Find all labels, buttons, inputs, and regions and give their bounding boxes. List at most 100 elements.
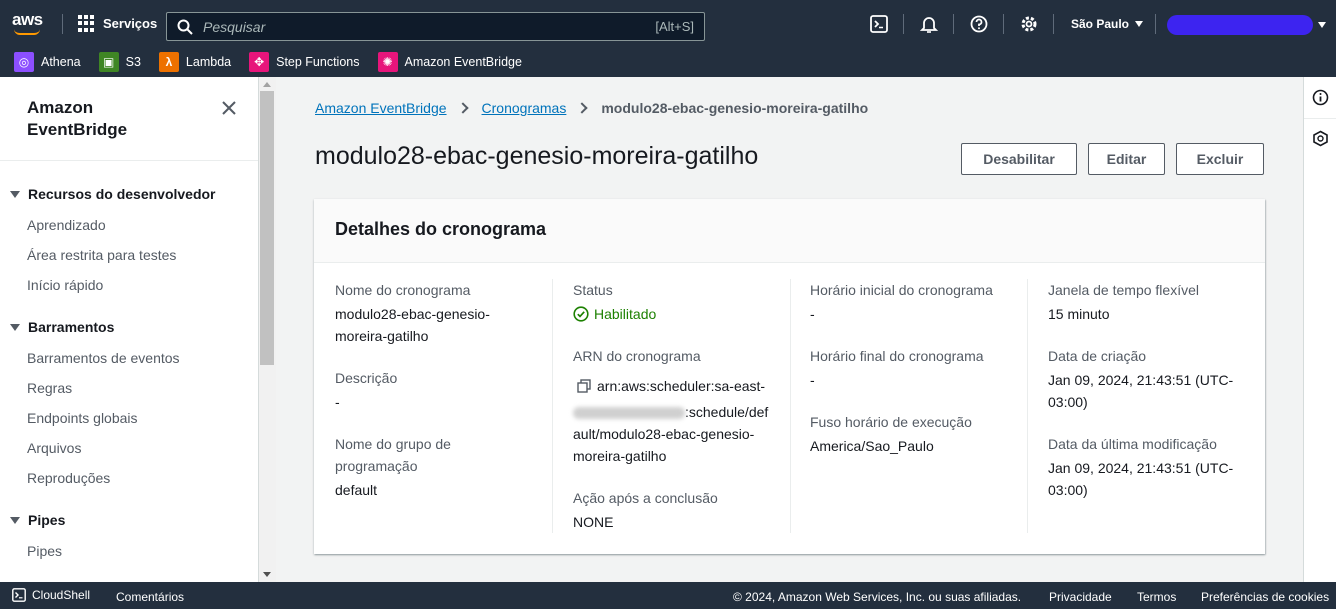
lambda-icon: λ [158,51,179,72]
sidebar-item-rules[interactable]: Regras [27,380,72,396]
redacted-account-id [573,407,685,420]
side-navigation: Amazon EventBridge Recursos do desenvolv… [0,77,259,582]
sidebar-item-quick-start[interactable]: Início rápido [27,277,103,293]
edit-button[interactable]: Editar [1088,143,1165,175]
favorite-label: Amazon EventBridge [404,54,522,69]
caret-down-icon [10,190,20,198]
status-label: Status [573,282,613,298]
end-time-value: - [810,372,815,388]
arn-value-line4: moreira-gatilho [573,448,667,464]
group-name-label-line2: programação [335,458,418,474]
sidebar-item-learning[interactable]: Aprendizado [27,217,106,233]
breadcrumb-eventbridge[interactable]: Amazon EventBridge [315,100,447,116]
action-after-completion-value: NONE [573,514,614,530]
modified-date-label: Data da última modificação [1048,436,1217,452]
sidebar-section-buses[interactable]: Barramentos [10,319,114,335]
sidebar-item-archives[interactable]: Arquivos [27,440,81,456]
sidebar-item-global-endpoints[interactable]: Endpoints globais [27,410,138,426]
caret-down-icon [10,323,20,331]
disable-button[interactable]: Desabilitar [961,143,1077,175]
page-title: modulo28-ebac-genesio-moreira-gatilho [315,142,759,170]
schedule-details-panel: Detalhes do cronograma Nome do cronogram… [314,199,1265,554]
sidebar-scrollbar[interactable] [259,77,276,582]
delete-button[interactable]: Excluir [1176,143,1264,175]
status-text: Habilitado [594,306,657,322]
console-footer: CloudShell Comentários © 2024, Amazon We… [0,582,1336,609]
schedule-name-value-line1: modulo28-ebac-genesio- [335,306,490,322]
status-value: Habilitado [573,303,656,325]
help-icon[interactable] [970,15,988,33]
sidebar-item-pipes[interactable]: Pipes [27,543,62,559]
favorite-label: Step Functions [276,54,360,69]
aws-logo[interactable]: aws [12,10,46,36]
scroll-up-arrow[interactable] [263,82,271,87]
gear-icon[interactable] [1020,15,1038,33]
group-name-label-line1: Nome do grupo de [335,436,451,452]
arn-value-line1: arn:aws:scheduler:sa-east- [577,375,765,397]
action-after-completion-label: Ação após a conclusão [573,490,718,506]
terms-link[interactable]: Termos [1137,590,1176,604]
sidebar-section-developer-resources[interactable]: Recursos do desenvolvedor [10,186,216,202]
grid-icon [78,15,95,32]
timezone-value: America/Sao_Paulo [810,438,934,454]
sidebar-title[interactable]: Amazon EventBridge [27,97,167,141]
sidebar-item-sandbox[interactable]: Área restrita para testes [27,247,176,263]
favorite-step-functions[interactable]: ✥ Step Functions [249,51,360,72]
sidebar-section-pipes[interactable]: Pipes [10,512,65,528]
favorite-lambda[interactable]: λ Lambda [158,51,231,72]
schedule-name-value-line2: moreira-gatilho [335,328,429,344]
s3-icon: ▣ [98,51,119,72]
favorites-bar: ◎ Athena ▣ S3 λ Lambda ✥ Step Functions … [0,46,1336,77]
favorite-eventbridge[interactable]: ✺ Amazon EventBridge [377,51,522,72]
hexagon-icon[interactable] [1312,130,1329,147]
search-input[interactable]: Pesquisar [Alt+S] [166,12,705,41]
cloudshell-button[interactable]: CloudShell [12,588,90,602]
scrollbar-thumb[interactable] [260,91,274,365]
flexible-window-value: 15 minuto [1048,306,1110,322]
account-menu-redacted[interactable] [1167,15,1313,35]
breadcrumb-schedules[interactable]: Cronogramas [482,100,567,116]
check-circle-icon [573,306,589,322]
timezone-label: Fuso horário de execução [810,414,972,430]
flexible-window-label: Janela de tempo flexível [1048,282,1199,298]
schedule-name-label: Nome do cronograma [335,282,471,298]
breadcrumb-current: modulo28-ebac-genesio-moreira-gatilho [601,100,869,116]
copyright-text: © 2024, Amazon Web Services, Inc. ou sua… [733,590,1022,604]
copy-icon[interactable] [577,379,591,393]
chevron-right-icon [576,102,589,114]
sidebar-item-replays[interactable]: Reproduções [27,470,110,486]
info-icon[interactable] [1312,89,1329,106]
services-label: Serviços [103,16,158,31]
start-time-label: Horário inicial do cronograma [810,282,993,298]
arn-value-line2: :schedule/def [573,401,768,423]
cookie-preferences-link[interactable]: Preferências de cookies [1201,590,1329,604]
end-time-label: Horário final do cronograma [810,348,984,364]
close-icon[interactable] [220,99,238,117]
region-selector[interactable]: São Paulo [1071,17,1144,31]
tools-rail [1303,77,1336,582]
favorite-athena[interactable]: ◎ Athena [14,51,81,72]
feedback-link[interactable]: Comentários [116,590,184,604]
scroll-down-arrow[interactable] [263,572,271,577]
group-name-value: default [335,482,378,498]
sidebar-section-label: Barramentos [28,319,115,335]
cloudshell-icon[interactable] [870,15,888,33]
created-date-value-line1: Jan 09, 2024, 21:43:51 (UTC- [1048,372,1234,388]
chevron-down-icon [1318,22,1326,28]
favorite-s3[interactable]: ▣ S3 [98,51,141,72]
athena-icon: ◎ [14,51,34,72]
privacy-link[interactable]: Privacidade [1049,590,1112,604]
sidebar-item-event-buses[interactable]: Barramentos de eventos [27,350,180,366]
eventbridge-icon: ✺ [377,51,398,72]
services-menu-button[interactable]: Serviços [78,15,157,32]
aws-logo-text: aws [12,10,43,29]
modified-date-value-line1: Jan 09, 2024, 21:43:51 (UTC- [1048,460,1234,476]
breadcrumb: Amazon EventBridge Cronogramas modulo28-… [315,100,868,116]
bell-icon[interactable] [920,15,938,33]
description-value: - [335,394,340,410]
step-functions-icon: ✥ [249,51,270,72]
arn-text: :schedule/def [685,404,769,420]
created-date-value-line2: 03:00) [1048,394,1088,410]
panel-title: Detalhes do cronograma [335,219,547,239]
chevron-right-icon [456,102,469,114]
